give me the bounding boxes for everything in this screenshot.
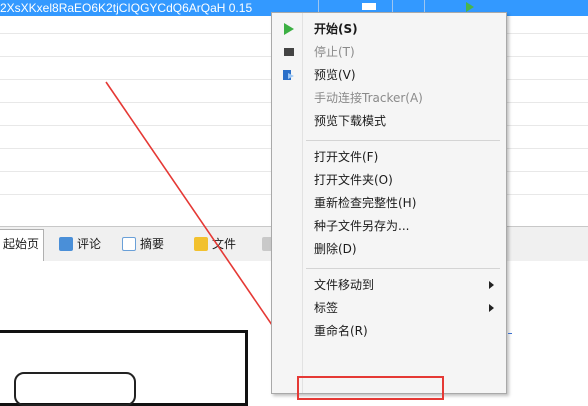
- play-icon: [284, 23, 294, 35]
- annotation-highlight-box: [297, 376, 444, 400]
- menu-item-preview-download-mode[interactable]: 预览下载模式: [272, 110, 506, 132]
- underlying-link-fragment: [508, 333, 512, 334]
- menu-item-label: 预览(V): [314, 68, 356, 82]
- menu-item-label: 预览下载模式: [314, 114, 387, 128]
- menu-item-label: 开始(S): [314, 22, 358, 36]
- submenu-arrow-icon: [489, 281, 494, 289]
- menu-item-label: 打开文件夹(O): [314, 173, 393, 187]
- menu-item-recheck[interactable]: 重新检查完整性(H): [272, 192, 506, 214]
- submenu-arrow-icon: [489, 304, 494, 312]
- menu-item-label: 种子文件另存为...: [314, 219, 410, 233]
- menu-item-delete[interactable]: 删除(D): [272, 238, 506, 260]
- menu-item-start[interactable]: 开始(S): [272, 18, 506, 40]
- menu-item-label: 删除(D): [314, 242, 357, 256]
- menu-separator: [306, 140, 500, 141]
- menu-item-label: 文件移动到: [314, 278, 375, 292]
- menu-item-label: 手动连接Tracker(A): [314, 91, 423, 105]
- preview-icon: [283, 70, 294, 80]
- menu-item-stop[interactable]: 停止(T): [272, 41, 506, 63]
- menu-item-label: 重新检查完整性(H): [314, 196, 417, 210]
- menu-item-open-folder[interactable]: 打开文件夹(O): [272, 169, 506, 191]
- menu-item-move-files[interactable]: 文件移动到: [272, 274, 506, 296]
- menu-item-labels[interactable]: 标签: [272, 297, 506, 319]
- menu-separator: [306, 268, 500, 269]
- menu-item-save-torrent-as[interactable]: 种子文件另存为...: [272, 215, 506, 237]
- menu-item-label: 标签: [314, 301, 339, 315]
- menu-item-manual-tracker[interactable]: 手动连接Tracker(A): [272, 87, 506, 109]
- menu-item-label: 重命名(R): [314, 324, 368, 338]
- stop-icon: [284, 48, 294, 56]
- menu-item-label: 停止(T): [314, 45, 355, 59]
- menu-item-label: 打开文件(F): [314, 150, 379, 164]
- menu-item-preview[interactable]: 预览(V): [272, 64, 506, 86]
- menu-item-open-file[interactable]: 打开文件(F): [272, 146, 506, 168]
- context-menu: 开始(S) 停止(T) 预览(V) 手动连接Tracker(A) 预览下载模式 …: [271, 12, 507, 394]
- menu-item-rename[interactable]: 重命名(R): [272, 320, 506, 342]
